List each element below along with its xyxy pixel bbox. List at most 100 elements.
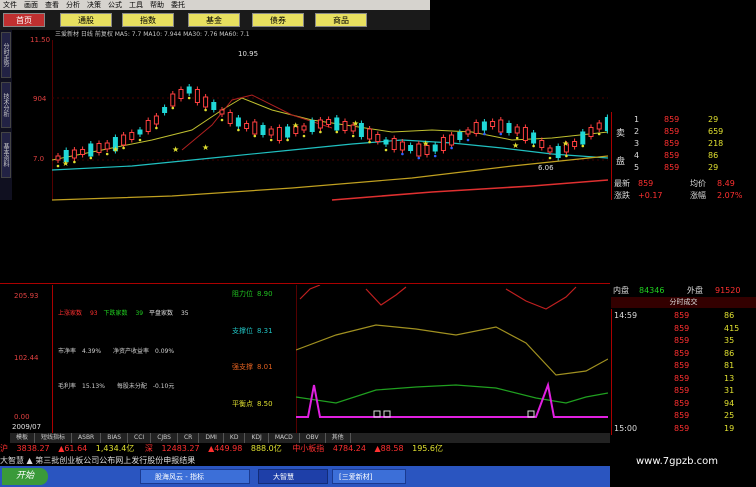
candle-body xyxy=(55,155,61,161)
taskbar-item-dzh[interactable]: 大智慧 xyxy=(258,469,328,484)
candle-body xyxy=(252,121,258,135)
price-axis-low: 7.0 xyxy=(33,155,45,163)
menu-item-1[interactable]: 画面 xyxy=(24,0,38,10)
signal-dot xyxy=(269,138,273,142)
kline-chart[interactable]: ★ ★ ★ ★ ★ ★ ★ ★ ★ 10.95 6.06 xyxy=(52,40,608,202)
trade-row[interactable]: 859 25 xyxy=(612,409,756,422)
indicator-tab-2[interactable]: ASBR xyxy=(72,433,102,443)
candle-body xyxy=(432,144,438,152)
signal-dot xyxy=(302,134,306,138)
indicator-tab-3[interactable]: BIAS xyxy=(101,433,129,443)
order-book-level: 5 xyxy=(634,163,640,172)
price-axis-top: 11.50 xyxy=(30,36,51,44)
left-tab-fundamentals[interactable]: 基本资料 xyxy=(1,132,11,178)
candle-body xyxy=(145,120,151,132)
menu-item-5[interactable]: 公式 xyxy=(108,0,122,10)
taskbar-item-indicator[interactable]: 股海风云 - 指标 xyxy=(140,469,250,484)
indicator-tab-8[interactable]: KD xyxy=(224,433,246,443)
indicator-tab-7[interactable]: DMI xyxy=(199,433,224,443)
order-book-level: 2 xyxy=(634,127,640,136)
candle-body xyxy=(358,123,364,137)
candle-body xyxy=(465,129,471,135)
menu-item-8[interactable]: 委托 xyxy=(171,0,185,10)
tab-0[interactable]: 首页 xyxy=(3,13,45,27)
candle-body xyxy=(490,121,496,127)
indicator-tab-5[interactable]: CJBS xyxy=(151,433,178,443)
order-book-vol: 86 xyxy=(708,151,719,160)
order-book-price: 859 xyxy=(664,139,680,148)
indicator-tab-1[interactable]: 短线指标 xyxy=(35,433,73,443)
menu-item-2[interactable]: 查看 xyxy=(45,0,59,10)
signal-dot xyxy=(286,138,289,142)
trade-row[interactable]: 859 415 xyxy=(612,322,756,335)
site-watermark: www.7gpzb.com xyxy=(636,456,718,467)
trade-vol: 19 xyxy=(724,423,735,433)
signal-dot xyxy=(433,154,437,158)
menu-item-7[interactable]: 帮助 xyxy=(150,0,164,10)
signal-dot xyxy=(581,144,585,148)
left-tab-technical[interactable]: 技术分析 xyxy=(1,82,11,128)
signal-dot xyxy=(499,132,503,136)
order-book-row[interactable]: 3 859 218 xyxy=(612,138,756,150)
candle-body xyxy=(498,119,504,133)
trade-row[interactable]: 859 81 xyxy=(612,359,756,372)
trade-row[interactable]: 15:00 859 19 xyxy=(612,422,756,435)
indicator-tab-11[interactable]: OBV xyxy=(300,433,326,443)
trade-row[interactable]: 859 94 xyxy=(612,397,756,410)
trade-row[interactable]: 859 86 xyxy=(612,347,756,360)
menu-item-3[interactable]: 分析 xyxy=(66,0,80,10)
candle-body xyxy=(211,102,217,110)
buy-star-icon: ★ xyxy=(352,119,359,128)
order-book-vol: 659 xyxy=(708,127,724,136)
order-book-row[interactable]: 1 859 29 xyxy=(612,114,756,126)
indicator-tab-9[interactable]: KDJ xyxy=(245,433,269,443)
ratio-row-1: 市净率 4.39% 净资产收益率 0.09% xyxy=(58,348,175,355)
indicator-tab-10[interactable]: MACD xyxy=(269,433,300,443)
tab-4[interactable]: 债券 xyxy=(252,13,304,27)
indicator-tab-4[interactable]: CCI xyxy=(128,433,152,443)
left-view-bar: 分时走势 技术分析 基本资料 xyxy=(0,30,12,200)
indicator-red-mid xyxy=(365,286,407,306)
indicator-tab-0[interactable]: 模板 xyxy=(10,433,36,443)
order-book-row[interactable]: 2 859 659 xyxy=(612,126,756,138)
latest-label: 最新 xyxy=(614,179,630,188)
trade-row[interactable]: 14:59 859 86 xyxy=(612,309,756,322)
start-button[interactable]: 开始 xyxy=(2,468,48,485)
tab-2[interactable]: 指数 xyxy=(122,13,174,27)
order-book-row[interactable]: 4 859 86 xyxy=(612,150,756,162)
candle-body xyxy=(121,134,127,146)
menu-item-4[interactable]: 决策 xyxy=(87,0,101,10)
candle-body xyxy=(580,131,586,145)
candle-body xyxy=(449,134,455,146)
buy-star-icon: ★ xyxy=(172,145,179,154)
tab-1[interactable]: 通股 xyxy=(60,13,112,27)
candle-body xyxy=(71,149,77,159)
signal-dot xyxy=(417,156,421,160)
indicator-tab-6[interactable]: CR xyxy=(178,433,200,443)
candle-body xyxy=(399,141,405,151)
candle-body xyxy=(309,120,315,132)
tab-5[interactable]: 商品 xyxy=(315,13,367,27)
indicator-red-left xyxy=(299,285,321,300)
indicator-tab-12[interactable]: 其他 xyxy=(326,433,351,443)
pct-label: 涨幅 xyxy=(690,191,706,200)
tab-3[interactable]: 基金 xyxy=(188,13,240,27)
trades-list[interactable]: 14:59 859 86 859 415 859 35 859 86 859 81 859 13 859 3… xyxy=(611,309,756,435)
trade-vol: 25 xyxy=(724,411,735,420)
signal-dot xyxy=(319,130,322,134)
menu-item-6[interactable]: 工具 xyxy=(129,0,143,10)
order-book-level: 3 xyxy=(634,139,640,148)
trade-row[interactable]: 859 35 xyxy=(612,334,756,347)
news-ticker[interactable]: 大智慧 ▲ 第三批创业板公司公布网上发行股份申报结果 xyxy=(0,455,610,466)
order-book-row[interactable]: 5 859 29 xyxy=(612,162,756,174)
avg-label: 均价 xyxy=(690,179,706,188)
left-tab-timeline[interactable]: 分时走势 xyxy=(1,32,11,78)
taskbar-item-stock[interactable]: [三爱新材] xyxy=(332,469,406,484)
candle-body xyxy=(88,143,94,157)
indicator-chart[interactable] xyxy=(296,285,608,433)
menu-item-0[interactable]: 文件 xyxy=(3,0,17,10)
candle-body xyxy=(555,146,561,158)
trade-row[interactable]: 859 31 xyxy=(612,384,756,397)
ma120-line xyxy=(52,155,608,201)
trade-row[interactable]: 859 13 xyxy=(612,372,756,385)
